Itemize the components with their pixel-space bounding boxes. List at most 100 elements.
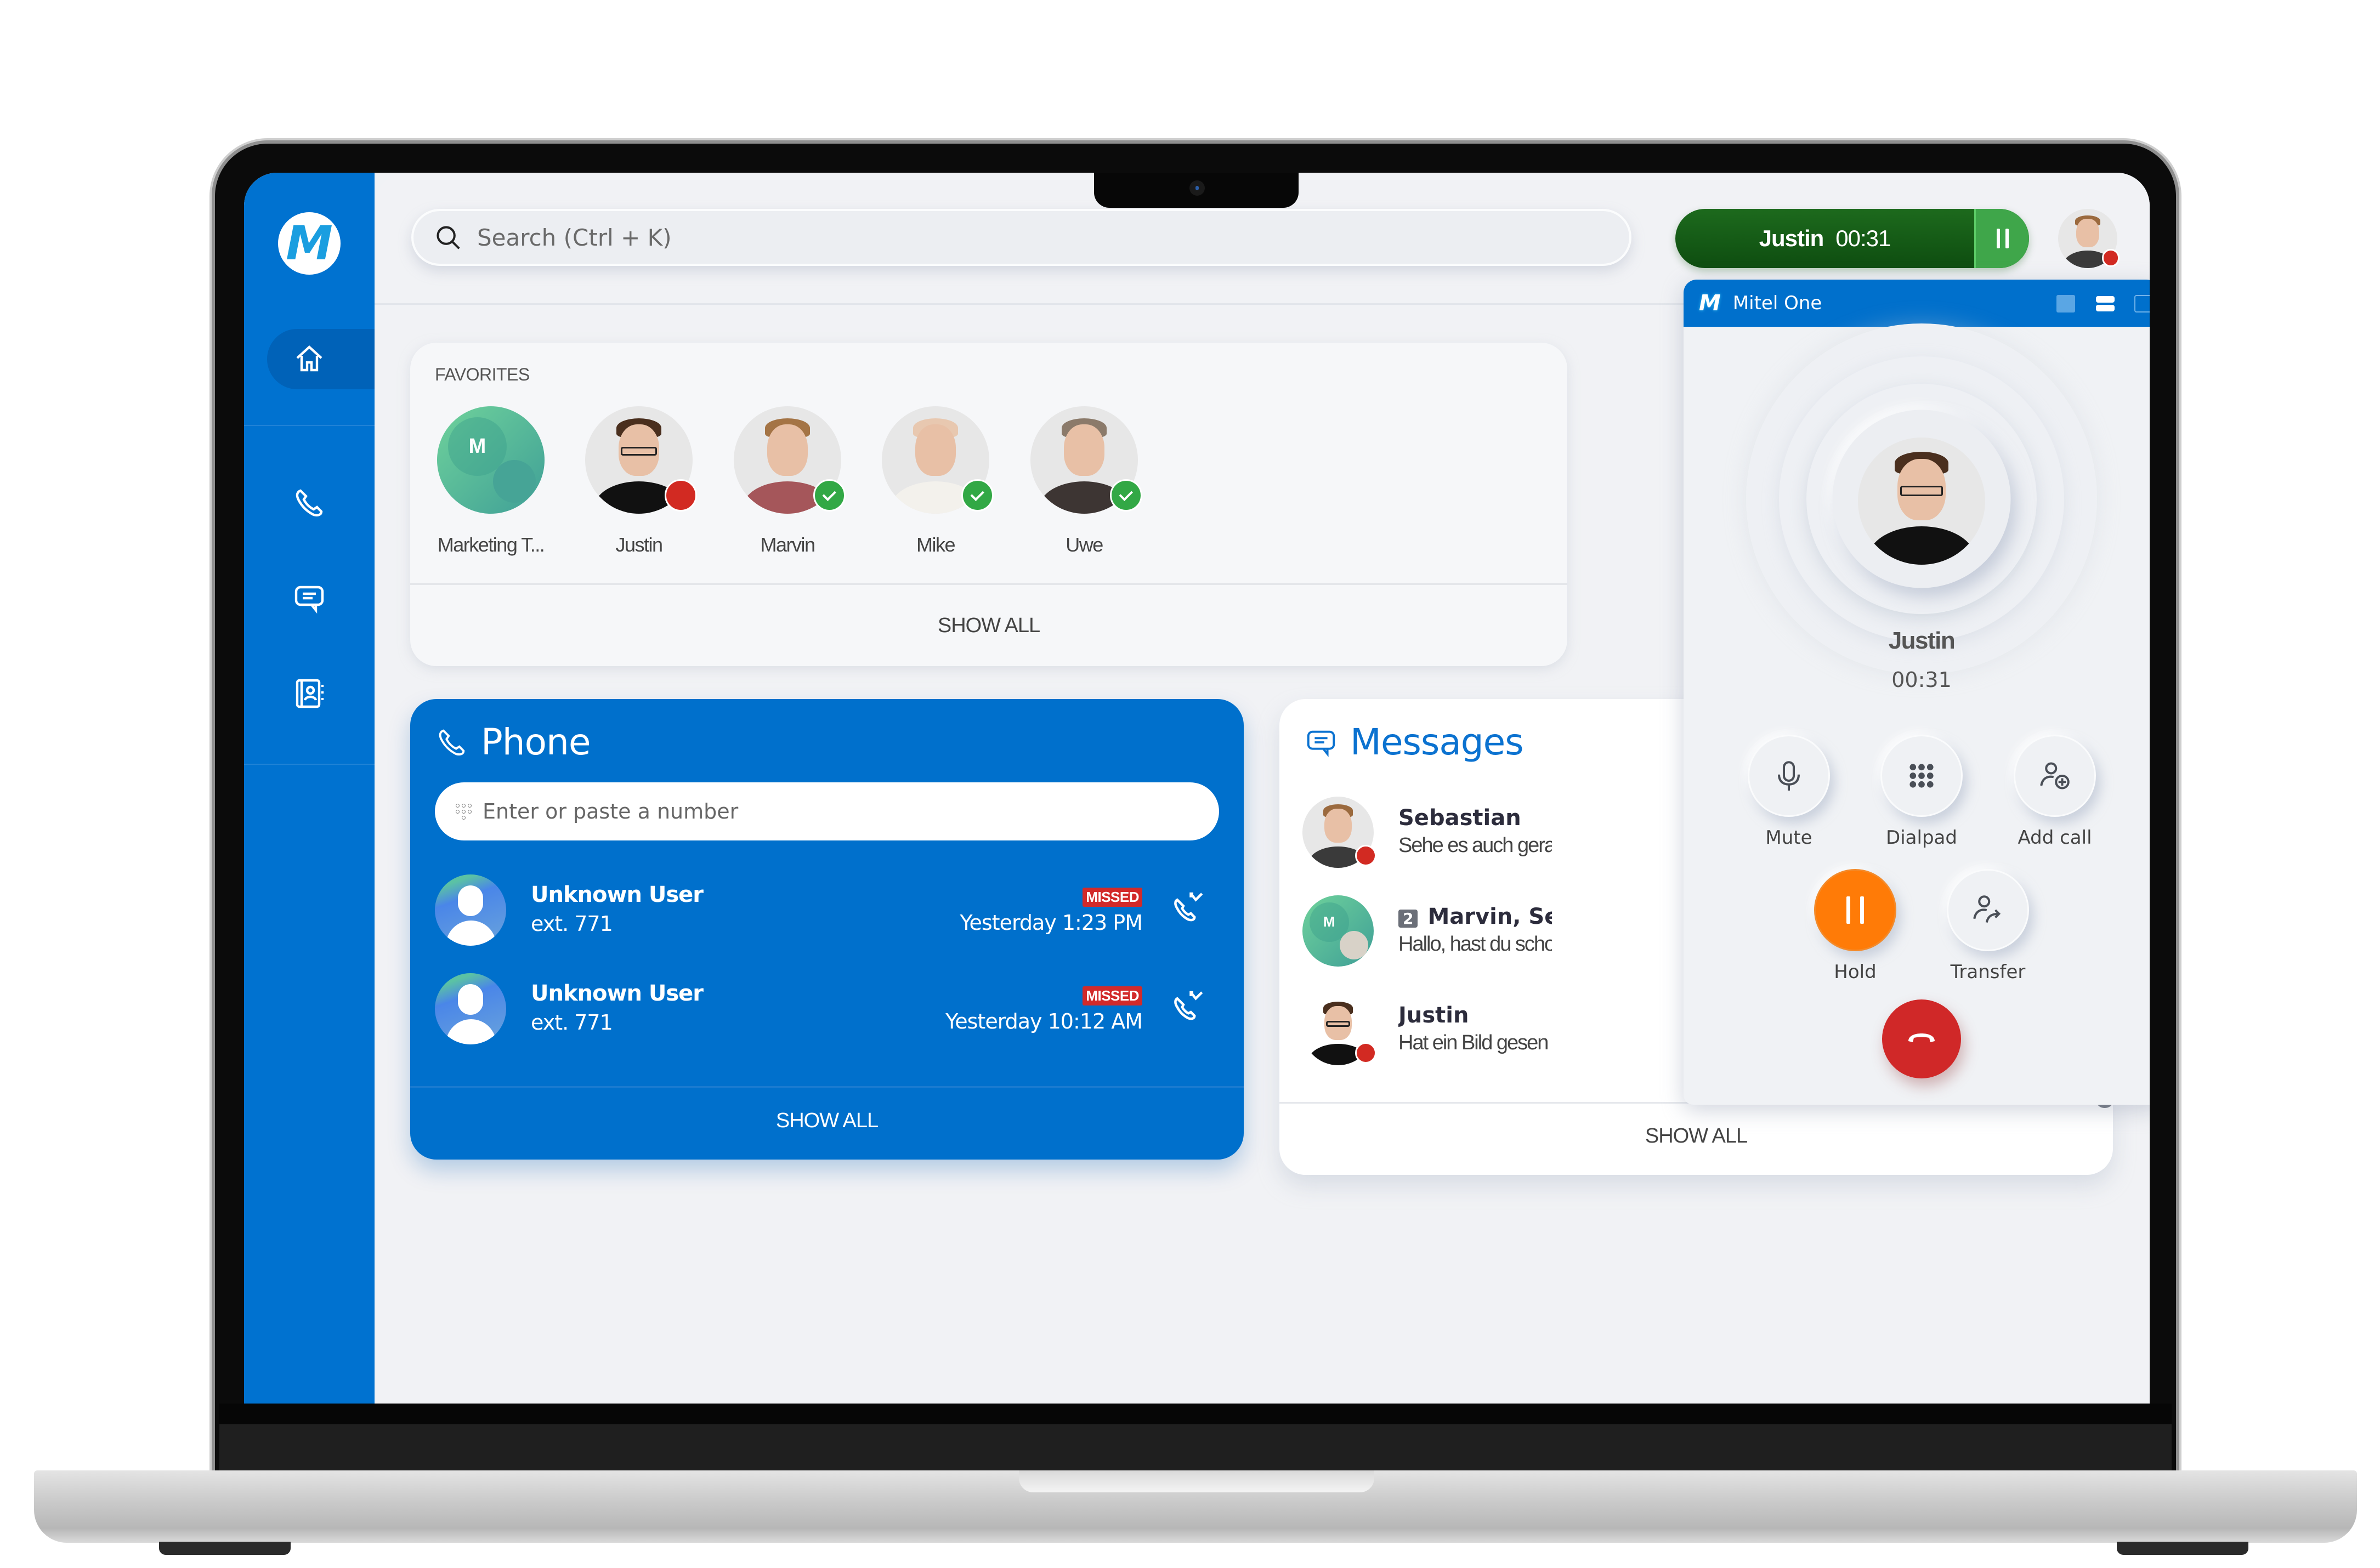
sidebar: M xyxy=(244,173,375,1404)
call-duration: 00:31 xyxy=(1891,668,1952,692)
messages-show-all-button[interactable]: SHOW ALL xyxy=(1279,1124,2113,1148)
status-busy-indicator xyxy=(665,479,697,512)
sidebar-item-home[interactable] xyxy=(287,337,331,381)
conversation-preview: Hallo, hast du scho xyxy=(1398,933,1552,956)
sidebar-divider xyxy=(244,425,375,426)
minimize-window-button[interactable] xyxy=(2056,295,2075,313)
recent-call-row[interactable]: Unknown User ext. 771 MISSED Yesterday 1… xyxy=(435,874,1219,946)
missed-callback-icon xyxy=(1174,991,1203,1020)
address-book-icon xyxy=(296,679,324,708)
main-content: Justin 00:31 FAVORITES M Marketing T... xyxy=(375,173,2150,1404)
recent-call-row[interactable]: Unknown User ext. 771 MISSED Yesterday 1… xyxy=(435,973,1219,1044)
dialpad-label: Dialpad xyxy=(1886,827,1957,849)
favorite-label: Uwe xyxy=(1066,533,1103,556)
favorites-divider xyxy=(410,583,1567,585)
favorite-item[interactable]: Mike xyxy=(872,406,999,556)
call-window: M Mitel One Justin 00:31 Mute Dialpad Ad… xyxy=(1684,280,2150,1105)
conversation-name: Justin xyxy=(1398,1003,1469,1028)
conversation-preview: Sehe es auch gera xyxy=(1398,834,1552,857)
camera-icon xyxy=(1189,180,1205,196)
sidebar-item-messages[interactable] xyxy=(287,576,331,620)
pause-icon xyxy=(2005,229,2009,248)
hold-button[interactable]: Hold xyxy=(1814,869,1896,983)
compact-view-button[interactable] xyxy=(2096,295,2115,313)
pause-icon xyxy=(1846,896,1864,924)
camera-notch xyxy=(1094,173,1299,208)
favorite-label: Justin xyxy=(615,533,663,556)
phone-card-divider xyxy=(410,1086,1244,1088)
phone-show-all-button[interactable]: SHOW ALL xyxy=(410,1109,1244,1133)
transfer-label: Transfer xyxy=(1950,961,2026,983)
unknown-user-avatar xyxy=(435,874,506,946)
avatar xyxy=(585,406,697,514)
avatar xyxy=(882,406,994,514)
search-input[interactable] xyxy=(477,224,1519,251)
caller-extension: ext. 771 xyxy=(531,1010,613,1035)
caller-name: Unknown User xyxy=(531,882,704,907)
status-available-indicator xyxy=(1110,479,1142,512)
active-call-info[interactable]: Justin 00:31 xyxy=(1675,209,1974,268)
favorite-item[interactable]: M Marketing T... xyxy=(428,406,554,556)
add-call-label: Add call xyxy=(2018,827,2092,849)
status-available-indicator xyxy=(961,479,994,512)
caller-avatar xyxy=(1858,438,1985,565)
callback-button[interactable] xyxy=(1169,889,1208,928)
favorites-title: FAVORITES xyxy=(435,365,530,384)
add-call-button[interactable]: Add call xyxy=(2014,735,2096,849)
avatar xyxy=(1302,797,1377,868)
hold-call-button[interactable] xyxy=(1974,209,2029,268)
mitel-logo[interactable]: M xyxy=(278,212,341,275)
caller-name: Unknown User xyxy=(531,981,704,1006)
active-call-pill[interactable]: Justin 00:31 xyxy=(1675,209,2029,268)
conversation-name: 2 Marvin, Seba xyxy=(1398,904,1552,929)
unknown-user-avatar xyxy=(435,973,506,1044)
status-busy-indicator xyxy=(1355,1042,1377,1064)
hang-up-icon xyxy=(1908,1033,1935,1042)
phone-icon xyxy=(296,489,323,516)
end-call-button[interactable] xyxy=(1882,999,1961,1078)
group-avatar: M xyxy=(1302,895,1374,967)
call-time: Yesterday 10:12 AM xyxy=(945,1009,1143,1033)
laptop-lid-notch xyxy=(1019,1470,1374,1492)
favorite-label: Marvin xyxy=(760,533,815,556)
dial-number-input[interactable] xyxy=(483,799,1195,823)
phone-card-header: Phone xyxy=(435,721,591,763)
hold-label: Hold xyxy=(1834,961,1877,983)
restore-window-button[interactable] xyxy=(2134,295,2150,313)
conversation-name: Sebastian xyxy=(1398,805,1521,831)
laptop-foot-right xyxy=(2117,1542,2248,1555)
dialpad-icon xyxy=(456,803,472,820)
current-user-avatar[interactable] xyxy=(2058,209,2120,268)
sidebar-item-contacts[interactable] xyxy=(287,672,331,715)
home-icon xyxy=(296,345,322,372)
status-available-indicator xyxy=(813,479,846,512)
status-busy-indicator xyxy=(2101,249,2120,267)
missed-badge: MISSED xyxy=(1083,888,1142,907)
conversation-name-text: Marvin, Seba xyxy=(1427,904,1552,929)
add-person-icon xyxy=(2040,762,2070,789)
missed-badge: MISSED xyxy=(1083,986,1142,1005)
active-call-duration: 00:31 xyxy=(1835,225,1891,251)
favorite-item[interactable]: Uwe xyxy=(1021,406,1147,556)
call-time: Yesterday 1:23 PM xyxy=(960,911,1143,935)
messages-card-header: Messages xyxy=(1304,721,1524,763)
callback-button[interactable] xyxy=(1169,987,1208,1027)
messages-card-title: Messages xyxy=(1350,721,1524,763)
favorite-item[interactable]: Marvin xyxy=(724,406,851,556)
dial-number-field[interactable] xyxy=(435,782,1219,840)
search-bar[interactable] xyxy=(411,209,1631,266)
favorite-item[interactable]: Justin xyxy=(576,406,702,556)
call-window-titlebar[interactable]: M Mitel One xyxy=(1684,280,2150,327)
pause-icon xyxy=(1996,229,2000,248)
sidebar-divider xyxy=(244,764,375,765)
phone-card-title: Phone xyxy=(481,721,591,763)
dialpad-button[interactable]: Dialpad xyxy=(1880,735,1963,849)
mute-button[interactable]: Mute xyxy=(1748,735,1830,849)
laptop-foot-left xyxy=(159,1542,291,1555)
favorites-show-all-button[interactable]: SHOW ALL xyxy=(410,614,1567,638)
sidebar-item-calls[interactable] xyxy=(287,481,331,525)
conversation-preview: Hat ein Bild gesen xyxy=(1398,1031,1549,1054)
missed-callback-icon xyxy=(1174,892,1203,922)
transfer-button[interactable]: Transfer xyxy=(1947,869,2029,983)
group-avatar: M xyxy=(437,406,545,514)
